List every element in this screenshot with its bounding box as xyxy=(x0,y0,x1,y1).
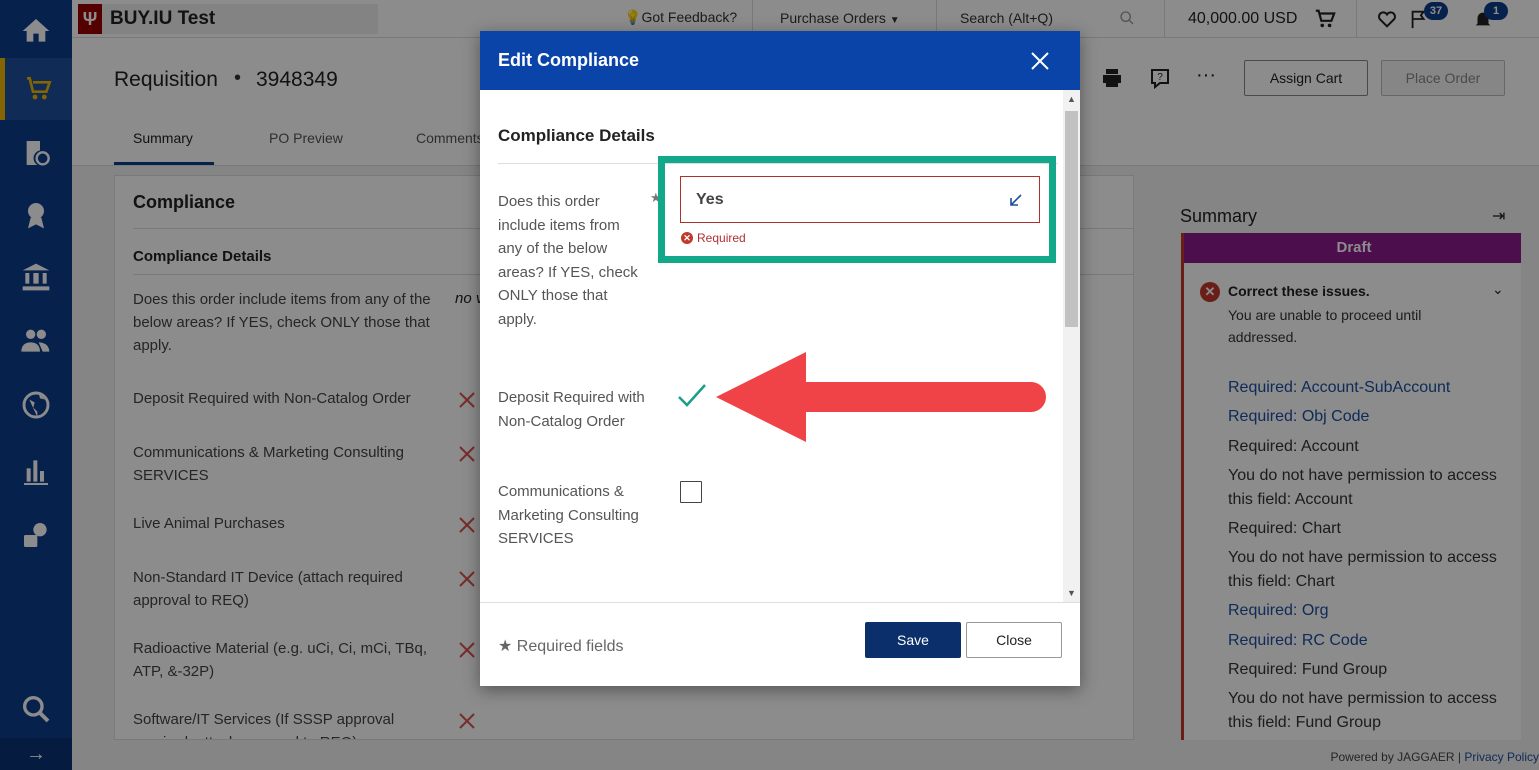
modal-header: Edit Compliance xyxy=(480,31,1080,90)
error-icon: ✕ xyxy=(681,232,693,244)
required-star-icon: ★ xyxy=(498,638,513,655)
annotation-arrow xyxy=(716,352,1046,442)
required-fields-note: ★ Required fields xyxy=(498,638,624,655)
close-button[interactable]: Close xyxy=(966,622,1062,658)
section-title: Compliance Details xyxy=(498,126,655,145)
scroll-up-icon[interactable]: ▲ xyxy=(1065,93,1078,106)
option-label-deposit: Deposit Required with Non-Catalog Order xyxy=(498,389,645,430)
communications-checkbox[interactable] xyxy=(680,481,702,503)
close-icon[interactable] xyxy=(1028,49,1052,73)
modal-body: Compliance Details Does this order inclu… xyxy=(480,90,1080,602)
scroll-down-icon[interactable]: ▼ xyxy=(1065,587,1078,600)
compliance-question-label: Does this order include items from any o… xyxy=(498,193,638,328)
scrollbar-thumb[interactable] xyxy=(1065,111,1078,327)
option-label-communications: Communications & Marketing Consulting SE… xyxy=(498,483,639,547)
modal-title: Edit Compliance xyxy=(498,50,640,70)
save-button[interactable]: Save xyxy=(865,622,961,658)
checkmark-icon[interactable] xyxy=(676,382,708,410)
compliance-select[interactable]: Yes xyxy=(680,176,1040,223)
required-message: ✕ Required xyxy=(681,231,746,245)
select-value: Yes xyxy=(696,191,724,208)
modal-footer: ★ Required fields Save Close xyxy=(480,602,1080,686)
edit-compliance-modal: Edit Compliance Compliance Details Does … xyxy=(480,31,1080,686)
arrow-down-left-icon xyxy=(1010,194,1022,206)
